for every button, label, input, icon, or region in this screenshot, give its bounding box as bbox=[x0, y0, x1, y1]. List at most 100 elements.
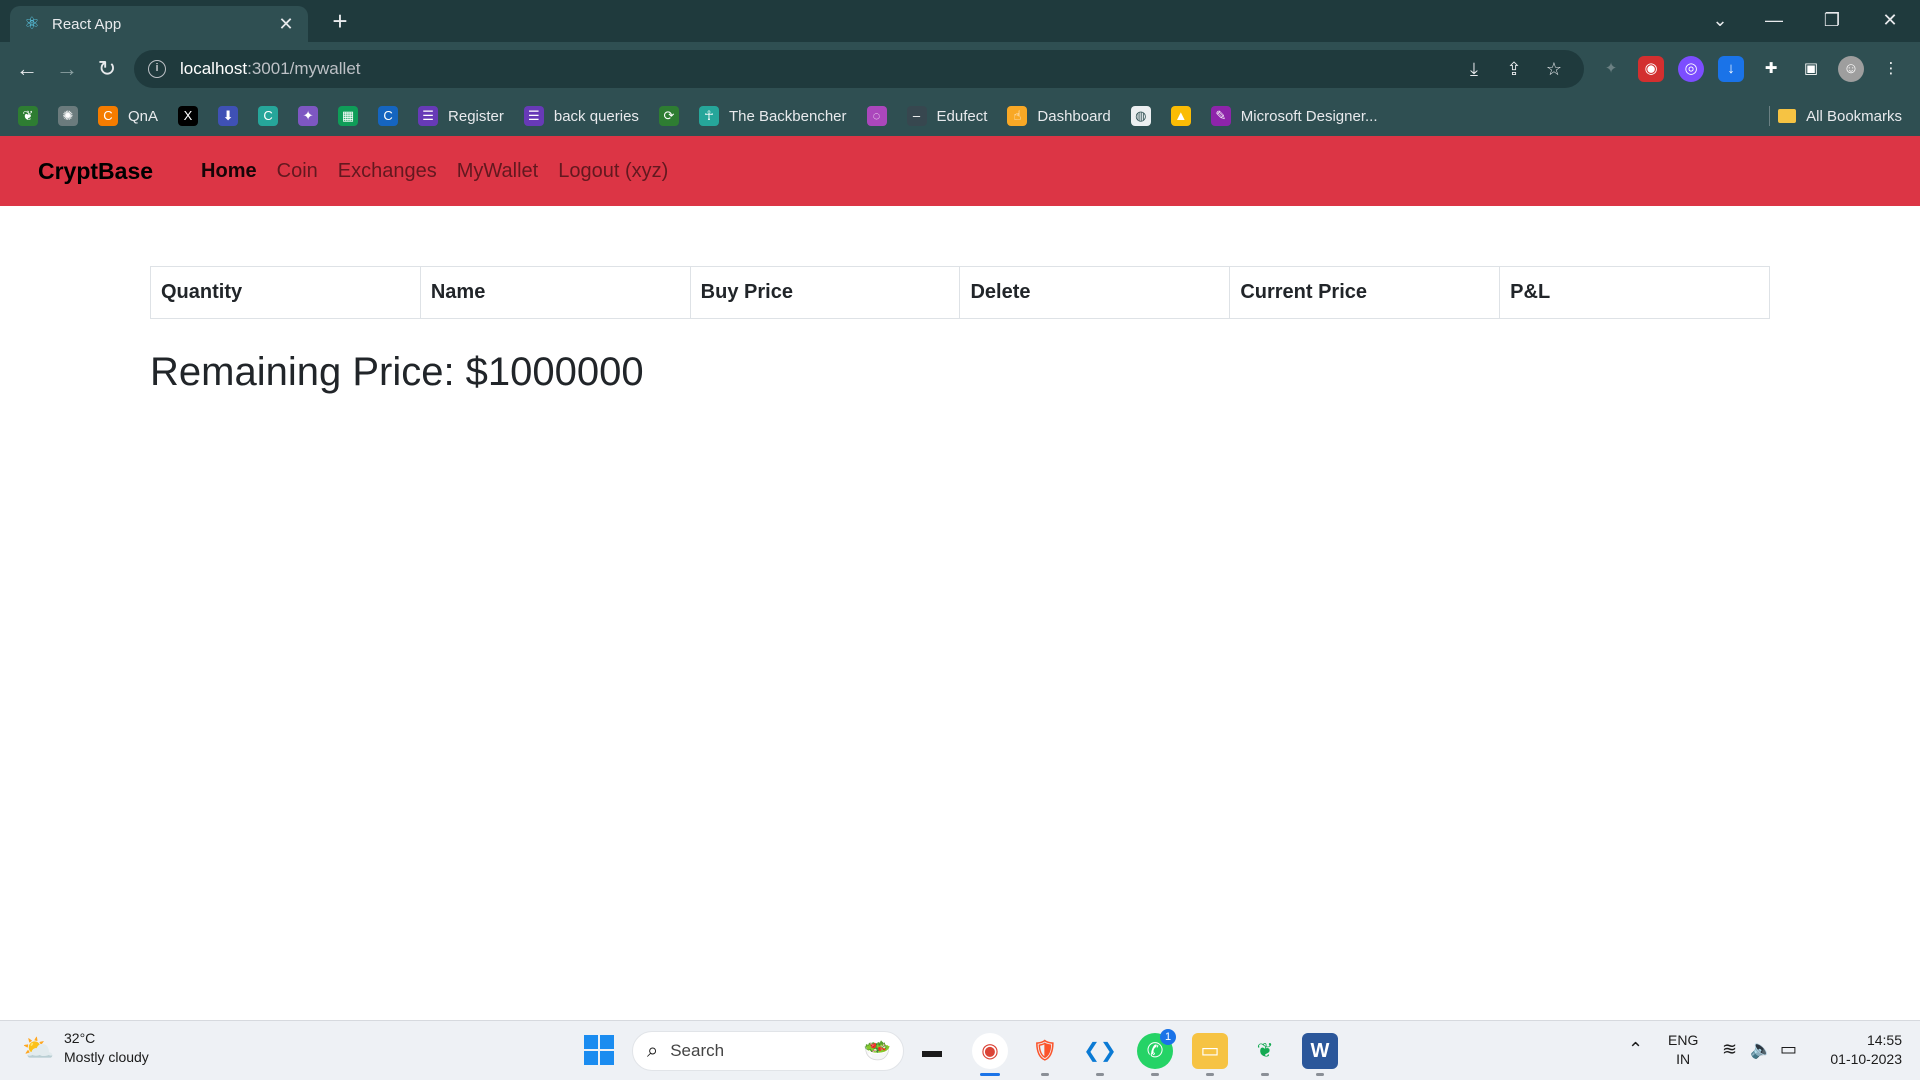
bookmark-item[interactable]: ✎ Microsoft Designer... bbox=[1210, 106, 1378, 126]
chrome-icon[interactable]: ◉ bbox=[972, 1033, 1008, 1069]
remaining-price: Remaining Price: $1000000 bbox=[150, 350, 644, 394]
mongodb-indicator bbox=[1261, 1073, 1269, 1076]
nav-logout[interactable]: Logout (xyz) bbox=[558, 160, 668, 183]
bookmark-item[interactable]: ◍ bbox=[1130, 106, 1151, 126]
profile-avatar[interactable]: ☺ bbox=[1838, 56, 1864, 82]
designer-icon: ✎ bbox=[1210, 106, 1231, 126]
bookmark-label: The Backbencher bbox=[728, 107, 847, 125]
new-tab-button[interactable]: + bbox=[326, 8, 354, 36]
brand-logo[interactable]: CryptBase bbox=[38, 158, 153, 185]
chrome-active-indicator bbox=[980, 1073, 1000, 1076]
bookmark-item[interactable]: ◌ bbox=[866, 106, 887, 126]
side-panel-icon[interactable]: ▣ bbox=[1798, 56, 1824, 82]
bookmark-item[interactable]: ✺ bbox=[58, 106, 78, 126]
all-bookmarks-button[interactable]: All Bookmarks bbox=[1778, 96, 1902, 136]
nav-mywallet[interactable]: MyWallet bbox=[457, 160, 538, 183]
table-header-row: Quantity Name Buy Price Delete Current P… bbox=[150, 266, 1770, 319]
hand-icon: ☝ bbox=[1007, 106, 1028, 126]
download-arrow-icon: ⬇ bbox=[218, 106, 239, 126]
folder-icon bbox=[1778, 109, 1797, 123]
cloudy-icon: ⛅ bbox=[22, 1033, 55, 1063]
wifi-icon[interactable]: ≋ bbox=[1722, 1039, 1737, 1060]
figure-icon: ☥ bbox=[698, 106, 719, 126]
region-code: IN bbox=[1676, 1051, 1691, 1067]
clock-date: 01-10-2023 bbox=[1830, 1051, 1902, 1067]
chevron-up-icon[interactable]: ⌃ bbox=[1628, 1039, 1643, 1060]
bookmark-item[interactable]: ☥ The Backbencher bbox=[698, 106, 847, 126]
star-icon[interactable]: ☆ bbox=[1542, 59, 1566, 79]
browser-tab[interactable]: ⚛ React App ✕ bbox=[10, 6, 308, 42]
extension-red-icon[interactable]: ◉ bbox=[1638, 56, 1664, 82]
word-icon[interactable]: W bbox=[1302, 1033, 1338, 1069]
close-window-button[interactable]: ✕ bbox=[1870, 4, 1910, 36]
bookmark-item[interactable]: C bbox=[378, 106, 399, 126]
globe-icon: ◍ bbox=[1130, 106, 1151, 126]
weather-widget[interactable]: ⛅ 32°C Mostly cloudy bbox=[22, 1029, 149, 1067]
url-path: :3001/mywallet bbox=[247, 59, 361, 78]
drive-icon: ▲ bbox=[1170, 106, 1191, 126]
bookmark-label: Dashboard bbox=[1037, 107, 1111, 125]
c-icon: C bbox=[98, 106, 118, 126]
minimize-button[interactable]: — bbox=[1754, 4, 1794, 36]
app-navbar: CryptBase Home Coin Exchanges MyWallet L… bbox=[0, 136, 1920, 206]
dash-icon: ‒ bbox=[906, 106, 927, 126]
nav-coin[interactable]: Coin bbox=[277, 160, 318, 183]
bookmark-item[interactable]: ❦ bbox=[18, 106, 38, 126]
forward-icon[interactable]: → bbox=[52, 54, 82, 84]
explorer-indicator bbox=[1206, 1073, 1214, 1076]
taskbar-search[interactable]: ⌕ Search 🥗 bbox=[632, 1031, 904, 1071]
bookmark-item[interactable]: ▲ bbox=[1170, 106, 1191, 126]
battery-icon[interactable]: ▭ bbox=[1780, 1039, 1797, 1060]
address-bar[interactable]: i localhost:3001/mywallet ⤓ ⇪ ☆ bbox=[134, 50, 1584, 88]
restore-button[interactable]: ❐ bbox=[1812, 4, 1852, 36]
info-icon[interactable]: i bbox=[148, 60, 166, 78]
extensions-icon[interactable]: ✚ bbox=[1758, 56, 1784, 82]
extension-download-icon[interactable]: ↓ bbox=[1718, 56, 1744, 82]
bookmark-item[interactable]: ☰ Register bbox=[418, 106, 504, 126]
vscode-icon[interactable]: ❮❯ bbox=[1082, 1033, 1118, 1069]
extension-puzzle-gray-icon[interactable]: ✦ bbox=[1598, 56, 1624, 82]
bookmark-item[interactable]: C QnA bbox=[98, 106, 158, 126]
vscode-indicator bbox=[1096, 1073, 1104, 1076]
bookmark-item[interactable]: ☝ Dashboard bbox=[1007, 106, 1111, 126]
language-indicator[interactable]: ENG IN bbox=[1668, 1031, 1698, 1069]
bookmark-item[interactable]: ⬇ bbox=[218, 106, 239, 126]
bookmark-item[interactable]: ✦ bbox=[298, 106, 319, 126]
bookmark-item[interactable]: ☰ back queries bbox=[523, 106, 639, 126]
nav-home[interactable]: Home bbox=[201, 160, 257, 183]
nav-exchanges[interactable]: Exchanges bbox=[338, 160, 437, 183]
menu-icon[interactable]: ⋮ bbox=[1878, 56, 1904, 82]
bookmark-item[interactable]: X bbox=[178, 106, 199, 126]
share-icon[interactable]: ⇪ bbox=[1502, 59, 1526, 79]
whatsapp-indicator bbox=[1151, 1073, 1159, 1076]
bookmarks-separator bbox=[1769, 106, 1770, 126]
volume-icon[interactable]: 🔈 bbox=[1750, 1039, 1772, 1060]
windows-start-icon[interactable] bbox=[584, 1035, 614, 1065]
bookmark-label: back queries bbox=[553, 107, 639, 125]
brave-indicator bbox=[1041, 1073, 1049, 1076]
taskbar: ⛅ 32°C Mostly cloudy ⌕ Search 🥗 ▬ ◉ 🛡 ❮❯… bbox=[0, 1020, 1920, 1080]
column-name: Name bbox=[419, 266, 691, 319]
bookmark-item[interactable]: ‒ Edufect bbox=[906, 106, 987, 126]
language-code: ENG bbox=[1668, 1032, 1699, 1048]
bookmark-item[interactable]: ▦ bbox=[338, 106, 359, 126]
column-delete: Delete bbox=[959, 266, 1231, 319]
wallet-table: Quantity Name Buy Price Delete Current P… bbox=[150, 266, 1770, 319]
install-icon[interactable]: ⤓ bbox=[1462, 59, 1486, 79]
brave-icon[interactable]: 🛡 bbox=[1027, 1033, 1063, 1069]
bookmarks-bar: ❦ ✺ C QnA X ⬇ C ✦ ▦ C ☰ Register ☰ back queries ⟳ ☥ The … bbox=[0, 96, 1920, 136]
bookmark-item[interactable]: C bbox=[258, 106, 279, 126]
tab-search-icon[interactable]: ⌄ bbox=[1700, 4, 1740, 36]
clock[interactable]: 14:55 01-10-2023 bbox=[1822, 1031, 1902, 1069]
reload-icon[interactable]: ↻ bbox=[92, 54, 122, 84]
close-icon[interactable]: ✕ bbox=[276, 14, 296, 35]
file-explorer-icon[interactable]: ▭ bbox=[1192, 1033, 1228, 1069]
bookmark-label: Register bbox=[448, 107, 504, 125]
extension-circle-icon[interactable]: ◎ bbox=[1678, 56, 1704, 82]
bookmark-item[interactable]: ⟳ bbox=[658, 106, 679, 126]
leaf-icon: ❦ bbox=[18, 106, 38, 126]
back-icon[interactable]: ← bbox=[12, 54, 42, 84]
mongodb-icon[interactable]: ❦ bbox=[1247, 1033, 1283, 1069]
column-buy-price: Buy Price bbox=[689, 266, 961, 319]
task-view-icon[interactable]: ▬ bbox=[914, 1033, 950, 1069]
